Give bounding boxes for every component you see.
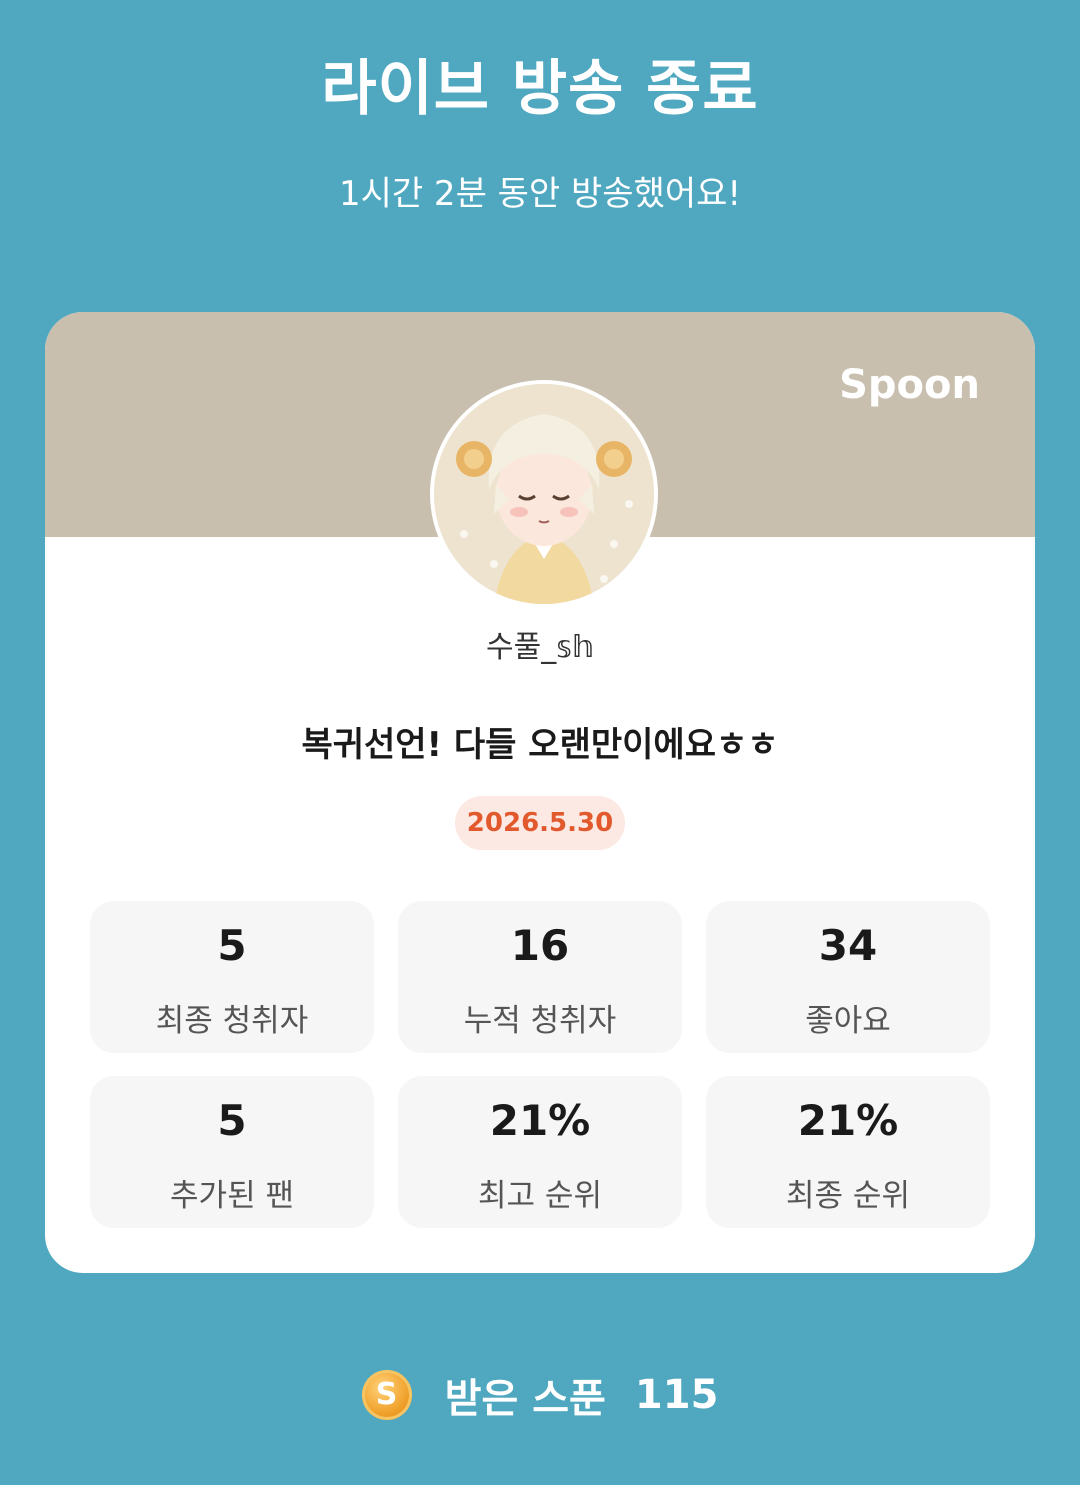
stat-label: 추가된 팬 — [170, 1178, 294, 1214]
stat-label: 최고 순위 — [478, 1178, 602, 1214]
stat-final-rank: 21% 최종 순위 — [706, 1076, 990, 1228]
stat-value: 21% — [797, 1096, 899, 1145]
stat-likes: 34 좋아요 — [706, 901, 990, 1053]
stat-value: 5 — [217, 1096, 247, 1145]
broadcast-title: 복귀선언! 다들 오랜만이에요ㅎㅎ — [301, 725, 779, 765]
spoon-logo: Spoon — [839, 362, 980, 408]
stat-value: 5 — [217, 921, 247, 970]
stat-value: 21% — [489, 1096, 591, 1145]
stat-best-rank: 21% 최고 순위 — [398, 1076, 682, 1228]
stat-value: 34 — [818, 921, 878, 970]
broadcast-duration: 1시간 2분 동안 방송했어요! — [338, 174, 742, 214]
stat-label: 누적 청취자 — [463, 1003, 617, 1039]
stat-label: 최종 청취자 — [155, 1003, 309, 1039]
received-spoons: S 받은 스푼 115 — [0, 1366, 1080, 1430]
received-spoons-label: 받은 스푼 — [444, 1376, 606, 1422]
broadcast-summary-card: Spoon 수풀_𝕤𝕙 복귀선언! 다들 오랜만이에요ㅎㅎ 2026.5.30 … — [45, 312, 1035, 1273]
stat-label: 좋아요 — [805, 1003, 891, 1039]
received-spoons-count: 115 — [634, 1372, 719, 1418]
username: 수풀_𝕤𝕙 — [486, 630, 594, 665]
spoon-coin-icon: S — [361, 1370, 412, 1420]
stat-new-fans: 5 추가된 팬 — [90, 1076, 374, 1228]
stat-value: 16 — [510, 921, 570, 970]
avatar-illustration — [434, 384, 654, 604]
stat-total-listeners: 16 누적 청취자 — [398, 901, 682, 1053]
stat-final-listeners: 5 최종 청취자 — [90, 901, 374, 1053]
date-badge: 2026.5.30 — [455, 796, 625, 850]
stat-label: 최종 순위 — [786, 1178, 910, 1214]
avatar — [430, 380, 658, 608]
page-title: 라이브 방송 종료 — [321, 54, 759, 124]
